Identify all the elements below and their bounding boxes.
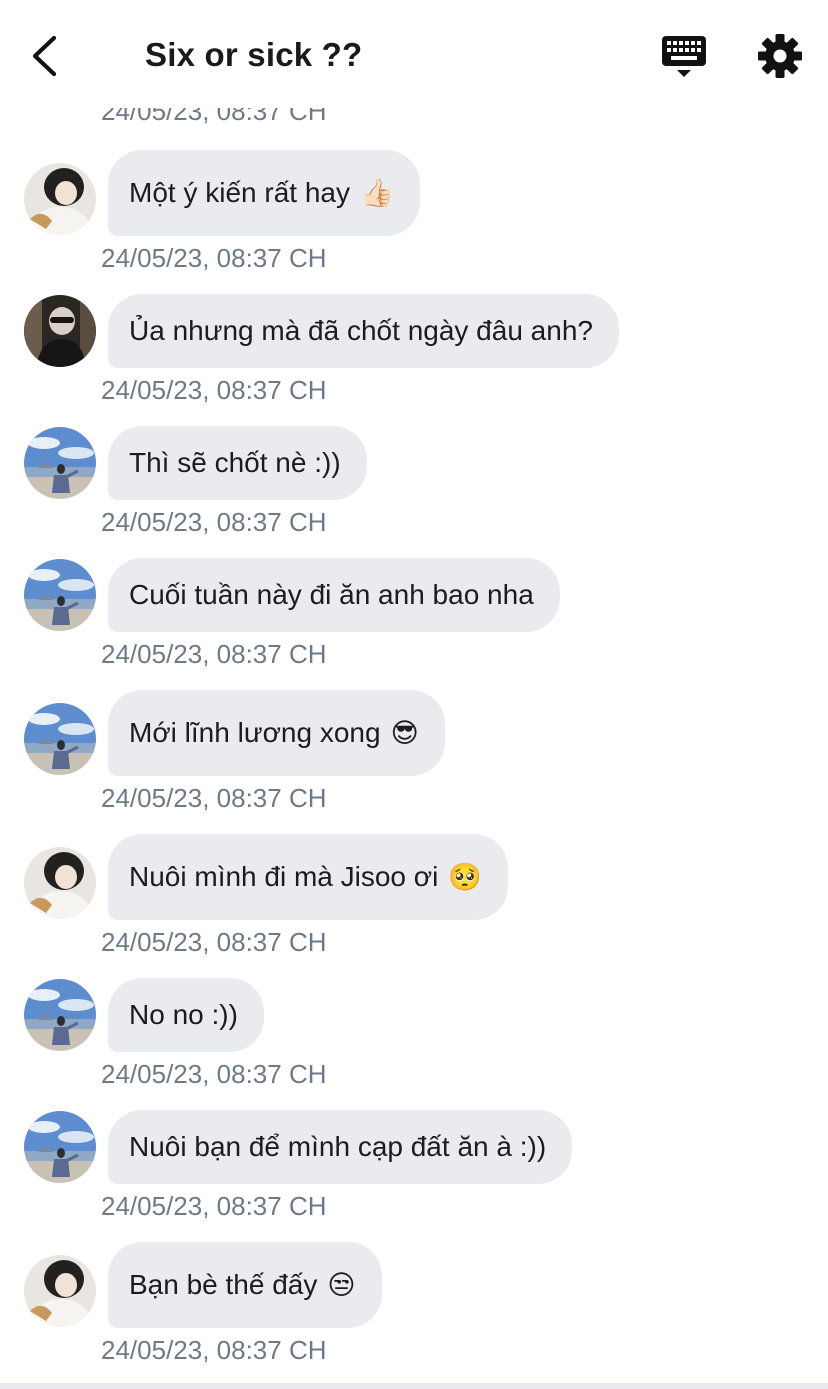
sunglasses-emoji: 😎 xyxy=(390,717,419,748)
message-text: No no :)) xyxy=(129,999,238,1030)
unamused-face-emoji: 😒 xyxy=(327,1269,356,1300)
chat-message-list[interactable]: 24/05/23, 08:37 CH Một ý kiến rất hay 👍🏻… xyxy=(0,0,828,1389)
thumbs-up-emoji: 👍🏻 xyxy=(359,178,394,208)
message-timestamp: 24/05/23, 08:37 CH xyxy=(101,1059,327,1089)
chat-header: Six or sick ?? xyxy=(0,0,828,108)
message-timestamp: 24/05/23, 08:37 CH xyxy=(101,1335,327,1365)
message-bubble[interactable]: Nuôi mình đi mà Jisoo ơi 🥺 xyxy=(108,834,508,920)
message-bubble[interactable]: Bạn bè thế đấy 😒 xyxy=(108,1242,382,1328)
message-timestamp: 24/05/23, 08:37 CH xyxy=(101,1191,327,1221)
message-timestamp: 24/05/23, 08:37 CH xyxy=(101,243,327,273)
message-bubble[interactable]: Mới lĩnh lương xong 😎 xyxy=(108,690,445,776)
message-bubble[interactable]: No no :)) xyxy=(108,978,264,1052)
sender-avatar[interactable] xyxy=(24,559,96,631)
gear-icon xyxy=(758,34,802,78)
chevron-left-icon xyxy=(32,35,57,77)
message-timestamp: 24/05/23, 08:37 CH xyxy=(101,375,327,405)
sender-avatar[interactable] xyxy=(24,979,96,1051)
chat-title: Six or sick ?? xyxy=(145,36,363,73)
message-bubble[interactable]: Thì sẽ chốt nè :)) xyxy=(108,426,367,500)
message-timestamp: 24/05/23, 08:37 CH xyxy=(101,927,327,957)
sender-avatar[interactable] xyxy=(24,703,96,775)
keyboard-toggle-button[interactable] xyxy=(658,32,710,82)
message-text: Mới lĩnh lương xong xyxy=(129,717,381,748)
next-message-peek xyxy=(0,1383,828,1389)
keyboard-icon xyxy=(662,36,706,77)
message-text: Cuối tuần này đi ăn anh bao nha xyxy=(129,579,534,610)
message-bubble[interactable]: Nuôi bạn để mình cạp đất ăn à :)) xyxy=(108,1110,573,1184)
sender-avatar[interactable] xyxy=(24,847,96,919)
message-bubble[interactable]: Một ý kiến rất hay 👍🏻 xyxy=(108,150,420,236)
message-bubble[interactable]: Cuối tuần này đi ăn anh bao nha xyxy=(108,558,560,632)
pleading-face-emoji: 🥺 xyxy=(448,862,482,892)
message-text: Nuôi mình đi mà Jisoo ơi xyxy=(129,861,439,892)
message-text: Nuôi bạn để mình cạp đất ăn à :)) xyxy=(129,1131,547,1162)
back-button[interactable] xyxy=(22,30,70,82)
sender-avatar[interactable] xyxy=(24,1111,96,1183)
message-timestamp: 24/05/23, 08:37 CH xyxy=(101,507,327,537)
message-text: Thì sẽ chốt nè :)) xyxy=(129,447,341,478)
sender-avatar[interactable] xyxy=(24,295,96,367)
sender-avatar[interactable] xyxy=(24,163,96,235)
message-text: Một ý kiến rất hay xyxy=(129,177,350,208)
sender-avatar[interactable] xyxy=(24,1255,96,1327)
message-text: Ủa nhưng mà đã chốt ngày đâu anh? xyxy=(129,315,593,346)
message-text: Bạn bè thế đấy xyxy=(129,1269,318,1300)
message-timestamp: 24/05/23, 08:37 CH xyxy=(101,783,327,813)
sender-avatar[interactable] xyxy=(24,427,96,499)
message-bubble[interactable]: Ủa nhưng mà đã chốt ngày đâu anh? xyxy=(108,294,619,368)
settings-button[interactable] xyxy=(756,32,804,80)
message-timestamp: 24/05/23, 08:37 CH xyxy=(101,639,327,669)
